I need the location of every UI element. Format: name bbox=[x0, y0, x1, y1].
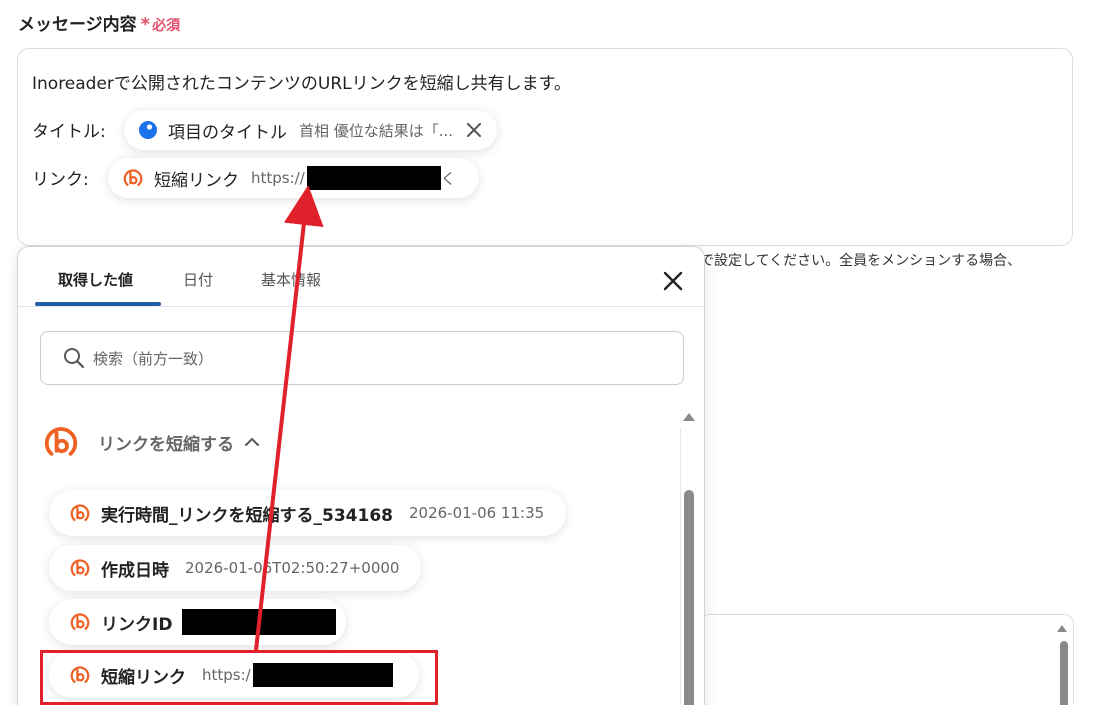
bitly-icon bbox=[70, 666, 90, 683]
required-star: * bbox=[140, 14, 151, 35]
tab-acquired-values[interactable]: 取得した値 bbox=[58, 269, 133, 290]
link-chip-value: https:// bbox=[251, 169, 305, 187]
link-chip-name: 短縮リンク bbox=[154, 170, 239, 191]
title-variable-chip[interactable]: 項目のタイトル 首相 優位な結果は「... bbox=[124, 110, 498, 150]
link-variable-chip[interactable]: 短縮リンク https:// く bbox=[108, 158, 479, 198]
list-item[interactable]: 実行時間_リンクを短縮する_534168 2026-01-06 11:35 bbox=[49, 490, 567, 536]
search-icon bbox=[64, 348, 85, 369]
title-chip-name: 項目のタイトル bbox=[168, 122, 287, 143]
list-item[interactable]: 作成日時 2026-01-06T02:50:27+0000 bbox=[49, 545, 422, 591]
list-item-name: 実行時間_リンクを短縮する_534168 bbox=[101, 505, 393, 526]
bitly-icon bbox=[70, 559, 90, 576]
value-picker-panel: 取得した値 日付 基本情報 検索（前方一致） リンクを短縮する 実行時間_リンク… bbox=[17, 246, 705, 705]
search-placeholder: 検索（前方一致） bbox=[93, 349, 214, 368]
list-item-name: 作成日時 bbox=[101, 560, 169, 581]
list-item-name: 短縮リンク bbox=[101, 667, 186, 688]
redacted-url bbox=[306, 166, 441, 190]
list-item-short-link[interactable]: 短縮リンク https:/ bbox=[49, 652, 419, 698]
list-item-name: リンクID bbox=[101, 614, 173, 635]
tab-bar: 取得した値 日付 基本情報 bbox=[18, 247, 704, 307]
list-item-value: 2026-01-06T02:50:27+0000 bbox=[185, 559, 400, 577]
search-input[interactable]: 検索（前方一致） bbox=[40, 331, 684, 385]
title-chip-value: 首相 優位な結果は「... bbox=[299, 121, 454, 140]
scrollbar-thumb[interactable] bbox=[1060, 641, 1068, 705]
list-item-value: https:/ bbox=[202, 666, 251, 684]
list-item[interactable]: リンクID bbox=[49, 599, 347, 645]
secondary-field[interactable] bbox=[700, 614, 1074, 705]
bitly-icon bbox=[44, 427, 78, 456]
required-badge: 必須 bbox=[152, 18, 181, 34]
list-item-value: 2026-01-06 11:35 bbox=[408, 504, 545, 522]
scroll-up-arrow-icon[interactable] bbox=[1057, 625, 1067, 632]
remove-chip-icon[interactable] bbox=[465, 121, 483, 139]
group-header-shorten-link[interactable]: リンクを短縮する bbox=[42, 423, 260, 461]
group-title: リンクを短縮する bbox=[98, 434, 234, 455]
link-row-label: リンク: bbox=[32, 170, 89, 190]
active-tab-indicator bbox=[35, 302, 161, 306]
tab-basic-info[interactable]: 基本情報 bbox=[261, 269, 321, 290]
bitly-icon bbox=[70, 504, 90, 521]
chevron-up-icon[interactable] bbox=[244, 437, 260, 447]
title-row-label: タイトル: bbox=[32, 122, 106, 142]
redacted-link-id bbox=[182, 609, 337, 635]
tab-date[interactable]: 日付 bbox=[183, 269, 213, 290]
scrollbar-thumb[interactable] bbox=[684, 490, 694, 705]
bitly-icon bbox=[70, 613, 90, 630]
blue-dot-icon bbox=[139, 121, 157, 139]
redacted-url bbox=[252, 663, 393, 687]
scroll-up-arrow-icon[interactable] bbox=[683, 413, 695, 421]
field-label: メッセージ内容 * 必須 bbox=[18, 10, 180, 35]
hint-text: で設定してください。全員をメンションする場合、 bbox=[700, 253, 1022, 269]
message-text-line[interactable]: Inoreaderで公開されたコンテンツのURLリンクを短縮し共有します。 bbox=[32, 69, 571, 94]
link-chip-trailing: く bbox=[440, 169, 456, 188]
message-editor[interactable]: Inoreaderで公開されたコンテンツのURLリンクを短縮し共有します。 タイ… bbox=[17, 48, 1073, 246]
close-icon[interactable] bbox=[661, 269, 685, 293]
field-label-text: メッセージ内容 bbox=[18, 15, 137, 35]
bitly-icon bbox=[123, 169, 143, 186]
